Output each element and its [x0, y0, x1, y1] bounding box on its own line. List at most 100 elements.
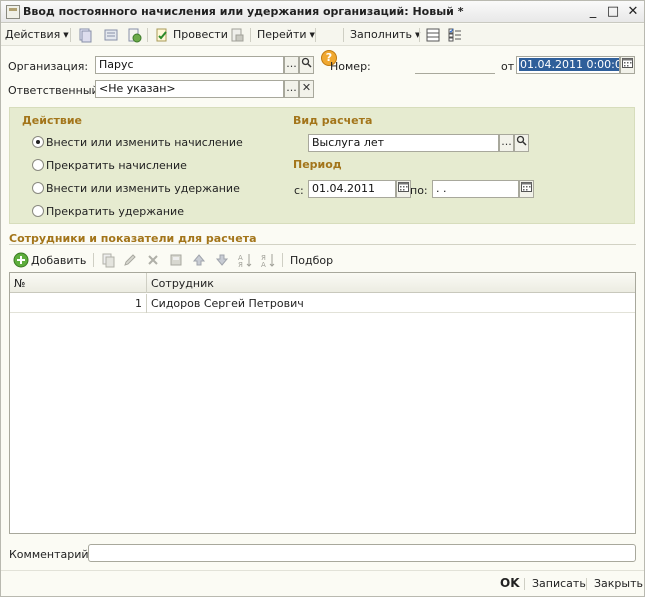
copy-document-icon[interactable] [77, 27, 93, 43]
radio-stop-deduction[interactable] [32, 205, 44, 217]
toolbar-separator [419, 28, 420, 42]
title-bar: Ввод постоянного начисления или удержани… [1, 1, 644, 23]
document-window: Ввод постоянного начисления или удержани… [0, 0, 645, 597]
calc-type-title: Вид расчета [293, 114, 373, 127]
period-from-field[interactable]: 01.04.2011 [308, 180, 396, 198]
row-number-cell: 1 [135, 297, 142, 310]
ok-button[interactable]: OK [500, 576, 520, 590]
radio-stop-deduction-label[interactable]: Прекратить удержание [46, 205, 184, 218]
toolbar-separator [70, 28, 71, 42]
toolbar-separator [147, 28, 148, 42]
calendar-icon [622, 58, 633, 68]
goto-label: Перейти [257, 28, 307, 41]
add-row-icon[interactable] [13, 252, 29, 268]
post-document-icon [156, 28, 167, 42]
radio-add-accrual[interactable] [32, 136, 44, 148]
period-from-calendar-button[interactable] [396, 180, 411, 198]
radio-stop-accrual[interactable] [32, 159, 44, 171]
period-to-label: по: [410, 184, 428, 197]
organization-select-button[interactable]: ... [284, 56, 299, 74]
fill-menu-button[interactable]: Заполнить ▼ [350, 27, 420, 43]
pick-button[interactable]: Подбор [290, 254, 333, 267]
post-button[interactable]: Провести [173, 27, 228, 43]
end-edit-icon[interactable] [168, 252, 184, 268]
organization-field[interactable]: Парус [95, 56, 284, 74]
calendar-icon [398, 182, 409, 192]
number-label: Номер: [330, 60, 371, 73]
search-icon [301, 57, 312, 68]
refresh-document-icon[interactable] [126, 27, 142, 43]
edit-document-icon[interactable] [103, 27, 119, 43]
add-row-button[interactable]: Добавить [31, 254, 86, 267]
employees-table: № Сотрудник 1 Сидоров Сергей Петрович [9, 272, 636, 534]
responsible-label: Ответственный: [8, 84, 103, 97]
goto-menu-button[interactable]: Перейти ▼ [257, 27, 315, 43]
comment-label: Комментарий: [9, 548, 93, 561]
responsible-select-button[interactable]: ... [284, 80, 299, 98]
unpost-document-icon[interactable] [229, 27, 245, 43]
date-field[interactable]: 01.04.2011 0:00:00 [516, 56, 620, 74]
settings-list-icon[interactable] [447, 27, 463, 43]
column-separator [146, 273, 147, 293]
radio-add-deduction[interactable] [32, 182, 44, 194]
close-button[interactable]: Закрыть [594, 577, 643, 590]
actions-label: Действия [5, 28, 61, 41]
period-title: Период [293, 158, 342, 171]
save-button[interactable]: Записать [532, 577, 586, 590]
search-icon [516, 135, 527, 146]
responsible-clear-button[interactable]: ✕ [299, 80, 314, 98]
table-header: № Сотрудник [10, 273, 635, 293]
table-structure-icon[interactable] [425, 27, 441, 43]
action-panel: Действие Внести или изменить начисление … [9, 107, 635, 224]
close-window-button[interactable]: ✕ [625, 4, 641, 20]
date-calendar-button[interactable] [620, 56, 635, 74]
comment-field[interactable] [88, 544, 636, 562]
toolbar: Действия ▼ Провести Перейти ▼ ? Заполнить ▼ [1, 24, 644, 66]
window-title: Ввод постоянного начисления или удержани… [23, 5, 464, 18]
dropdown-arrow-icon: ▼ [63, 31, 69, 39]
radio-add-deduction-label[interactable]: Внести или изменить удержание [46, 182, 240, 195]
maximize-button[interactable]: □ [605, 4, 621, 20]
move-down-icon[interactable] [214, 252, 230, 268]
calc-type-search-button[interactable] [514, 134, 529, 152]
radio-stop-accrual-label[interactable]: Прекратить начисление [46, 159, 187, 172]
number-field[interactable] [415, 56, 495, 74]
calendar-icon [521, 182, 532, 192]
column-header-number[interactable]: № [14, 277, 25, 290]
period-from-label: с: [294, 184, 304, 197]
radio-add-accrual-label[interactable]: Внести или изменить начисление [46, 136, 243, 149]
calc-type-select-button[interactable]: ... [499, 134, 514, 152]
period-to-field[interactable]: . . [432, 180, 519, 198]
row-employee-cell: Сидоров Сергей Петрович [151, 297, 304, 310]
sort-ascending-icon[interactable]: AЯ [237, 252, 253, 268]
toolbar-separator [93, 253, 94, 267]
toolbar-separator [282, 253, 283, 267]
delete-row-icon[interactable] [145, 252, 161, 268]
footer-divider [1, 570, 644, 571]
svg-text:A: A [261, 261, 266, 268]
toolbar-separator [343, 28, 344, 42]
calc-type-field[interactable]: Выслуга лет [308, 134, 499, 152]
footer-separator [586, 578, 587, 590]
toolbar-separator [315, 28, 316, 42]
sort-descending-icon[interactable]: ЯA [260, 252, 276, 268]
date-label: от [501, 60, 515, 73]
toolbar-separator [250, 28, 251, 42]
date-value: 01.04.2011 0:00:00 [519, 58, 619, 71]
minimize-button[interactable]: _ [585, 4, 601, 20]
period-to-calendar-button[interactable] [519, 180, 534, 198]
actions-menu-button[interactable]: Действия ▼ [5, 27, 69, 43]
move-up-icon[interactable] [191, 252, 207, 268]
organization-search-button[interactable] [299, 56, 314, 74]
fill-label: Заполнить [350, 28, 412, 41]
copy-row-icon[interactable] [100, 252, 116, 268]
table-row[interactable]: 1 Сидоров Сергей Петрович [10, 294, 635, 313]
column-separator [146, 294, 147, 313]
column-header-employee[interactable]: Сотрудник [151, 277, 214, 290]
responsible-field[interactable]: <Не указан> [95, 80, 284, 98]
section-divider [9, 244, 636, 245]
document-icon [6, 5, 20, 19]
footer-separator [524, 578, 525, 590]
edit-row-icon[interactable] [122, 252, 138, 268]
action-section-title: Действие [22, 114, 82, 127]
